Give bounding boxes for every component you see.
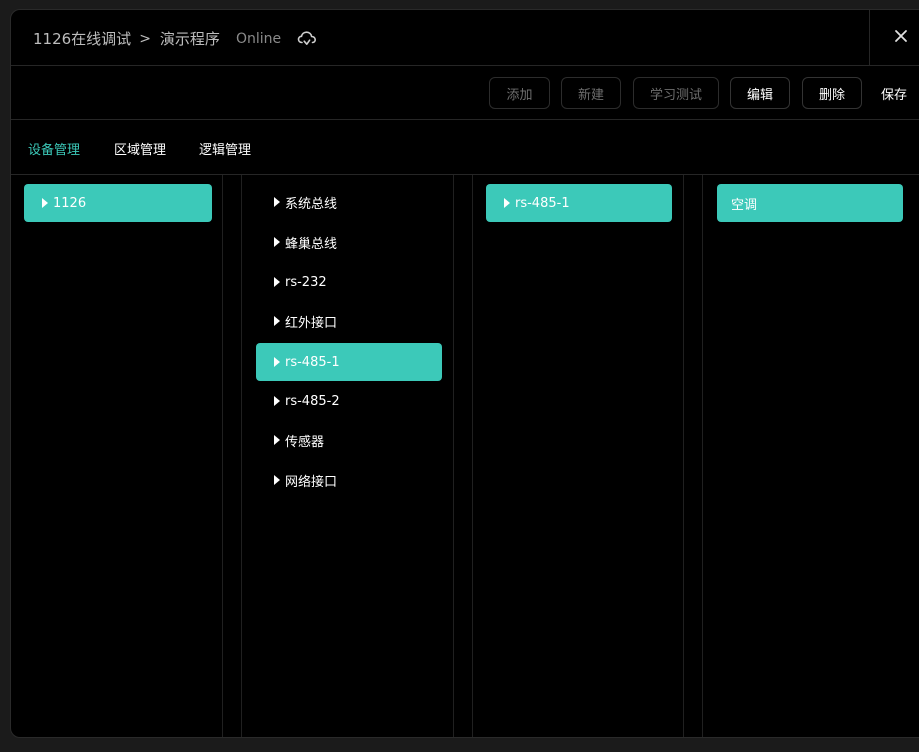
device-item-1126[interactable]: 1126 — [24, 184, 212, 222]
bus-item-label: rs-485-1 — [285, 354, 340, 370]
caret-right-icon — [274, 237, 280, 247]
caret-right-icon — [42, 198, 48, 208]
bus-item-label: rs-232 — [285, 274, 327, 290]
device-columns: 1126 系统总线 蜂巢总线 rs-232 红外接口 rs-485-1 rs-4… — [11, 175, 919, 737]
column-divider — [472, 175, 473, 737]
delete-button[interactable]: 删除 — [802, 77, 862, 109]
breadcrumb: 1126在线调试 > 演示程序 Online — [33, 28, 317, 49]
column-divider — [241, 175, 242, 737]
tab-logic-management[interactable]: 逻辑管理 — [199, 139, 251, 158]
save-button[interactable]: 保存 — [881, 84, 907, 103]
bus-item-network[interactable]: 网络接口 — [256, 461, 442, 499]
bus-item-hive-bus[interactable]: 蜂巢总线 — [256, 223, 442, 261]
tab-bar: 设备管理 区域管理 逻辑管理 — [11, 120, 919, 175]
bus-item-rs-485-1[interactable]: rs-485-1 — [256, 343, 442, 381]
caret-right-icon — [274, 357, 280, 367]
caret-right-icon — [274, 435, 280, 445]
column-divider — [702, 175, 703, 737]
edit-button[interactable]: 编辑 — [730, 77, 790, 109]
caret-right-icon — [274, 197, 280, 207]
bus-item-label: 蜂巢总线 — [285, 236, 338, 252]
tab-device-management[interactable]: 设备管理 — [28, 139, 80, 158]
add-button[interactable]: 添加 — [489, 77, 550, 109]
column-divider — [683, 175, 684, 737]
breadcrumb-current: 演示程序 — [159, 30, 220, 48]
close-icon[interactable] — [894, 28, 908, 47]
breadcrumb-separator: > — [139, 30, 151, 47]
tab-area-management[interactable]: 区域管理 — [114, 139, 166, 158]
cloud-sync-icon[interactable] — [297, 30, 317, 48]
device-item-label: 1126 — [53, 195, 87, 211]
new-button[interactable]: 新建 — [561, 77, 621, 109]
channel-item-rs-485-1[interactable]: rs-485-1 — [486, 184, 672, 222]
caret-right-icon — [504, 198, 510, 208]
bus-item-label: 传感器 — [285, 434, 325, 450]
column-divider — [453, 175, 454, 737]
title-bar: 1126在线调试 > 演示程序 Online — [11, 10, 919, 66]
bus-item-label: 红外接口 — [285, 315, 338, 331]
device-item-air-conditioner[interactable]: 空调 — [717, 184, 903, 222]
debug-window: 1126在线调试 > 演示程序 Online 添加 新建 学习测试 编辑 删除 — [10, 9, 919, 738]
caret-right-icon — [274, 396, 280, 406]
bus-item-label: rs-485-2 — [285, 393, 340, 409]
close-button[interactable] — [869, 10, 919, 65]
breadcrumb-root[interactable]: 1126在线调试 — [33, 28, 131, 49]
connection-status: Online — [235, 30, 282, 47]
bus-item-rs-232[interactable]: rs-232 — [256, 263, 442, 301]
caret-right-icon — [274, 475, 280, 485]
channel-item-label: rs-485-1 — [515, 195, 570, 211]
bus-item-system-bus[interactable]: 系统总线 — [256, 183, 442, 221]
bus-item-label: 网络接口 — [285, 474, 338, 490]
column-divider — [222, 175, 223, 737]
toolbar: 添加 新建 学习测试 编辑 删除 保存 — [11, 65, 919, 120]
learn-test-button[interactable]: 学习测试 — [633, 77, 719, 109]
caret-right-icon — [274, 316, 280, 326]
device-item-label: 空调 — [731, 197, 758, 213]
bus-item-sensor[interactable]: 传感器 — [256, 421, 442, 459]
bus-item-rs-485-2[interactable]: rs-485-2 — [256, 382, 442, 420]
bus-item-infrared[interactable]: 红外接口 — [256, 302, 442, 340]
bus-item-label: 系统总线 — [285, 196, 338, 212]
caret-right-icon — [274, 277, 280, 287]
